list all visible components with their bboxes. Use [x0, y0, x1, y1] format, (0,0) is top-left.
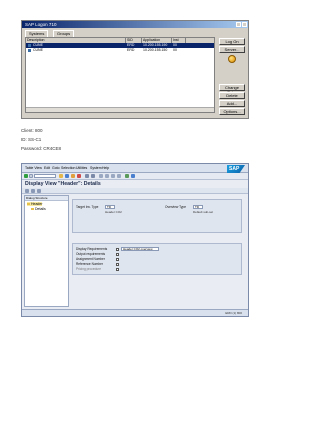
- label-output-requirements: Output requirements: [76, 252, 106, 256]
- add-button[interactable]: Add...: [219, 100, 245, 107]
- checkbox-display-requirements[interactable]: [116, 247, 119, 251]
- checkbox-reference-number[interactable]: [116, 262, 119, 266]
- label-pricing-procedure: Pricing procedure: [76, 267, 101, 271]
- options-button[interactable]: Options...: [219, 108, 245, 115]
- last-page-icon[interactable]: [117, 174, 121, 178]
- application-toolbar: [22, 188, 248, 194]
- system-list[interactable]: Description SID Application Server Inst …: [25, 37, 215, 113]
- next-page-icon[interactable]: [111, 174, 115, 178]
- help-icon[interactable]: [131, 174, 135, 178]
- menu-bar: Table View Edit Goto Selection Utilities…: [22, 164, 248, 173]
- label-reference-number: Reference Number: [76, 262, 103, 266]
- label-target-inv-type: Target Inv. Type: [76, 205, 99, 209]
- caption-password: Password: CR4CE8: [21, 146, 62, 151]
- first-page-icon[interactable]: [99, 174, 103, 178]
- sap-logo-icon: [228, 55, 236, 63]
- sap-logon-window: SAP Logon 710 Systems Groups Description…: [21, 20, 249, 119]
- label-assignment-number: Assignment Number: [76, 257, 105, 261]
- tree-header: Dialog Structure: [25, 196, 68, 201]
- maximize-icon[interactable]: [236, 22, 241, 27]
- label-overview-type: Overview Type: [165, 205, 187, 209]
- system-icon: [28, 49, 31, 52]
- close-icon[interactable]: [242, 22, 247, 27]
- desc-overview-type: Default sub-sel: [193, 210, 214, 214]
- field-display-requirements[interactable]: Header CO2 overview: [121, 247, 159, 251]
- enter-icon[interactable]: [24, 174, 28, 178]
- group-requirements: Display Requirements Header CO2 overview…: [72, 243, 242, 275]
- checkbox-assignment-number[interactable]: [116, 257, 119, 261]
- cancel-icon[interactable]: [77, 174, 81, 178]
- folder-icon: [31, 207, 34, 211]
- display-change-icon[interactable]: [25, 188, 29, 193]
- delete-button[interactable]: Delete: [219, 92, 245, 99]
- tree-node-details[interactable]: Details: [31, 207, 46, 211]
- horizontal-scrollbar[interactable]: [26, 107, 214, 112]
- dropdown-icon[interactable]: [29, 174, 33, 178]
- print-icon[interactable]: [85, 174, 89, 178]
- checkbox-output-requirements[interactable]: [116, 252, 119, 256]
- list-item[interactable]: CUNE ERD 10.200.155.150 00: [26, 48, 214, 53]
- prev-entry-icon[interactable]: [31, 188, 35, 193]
- field-target-inv-type[interactable]: TD: [105, 205, 115, 209]
- next-entry-icon[interactable]: [37, 188, 41, 193]
- checkbox-pricing-procedure[interactable]: [116, 267, 119, 271]
- menu-help[interactable]: Help: [102, 166, 109, 170]
- command-field[interactable]: [34, 174, 56, 178]
- screen-title: Display View "Header": Details: [25, 181, 101, 187]
- menu-selection[interactable]: Selection: [61, 166, 75, 170]
- tab-groups[interactable]: Groups: [53, 30, 75, 37]
- system-icon: [28, 44, 31, 47]
- back-icon[interactable]: [65, 174, 69, 178]
- screen-title-area: Display View "Header": Details: [22, 180, 248, 188]
- tab-systems[interactable]: Systems: [25, 30, 49, 37]
- menu-edit[interactable]: Edit: [44, 166, 50, 170]
- detail-area: Target Inv. Type TD Header CO2 Overview …: [72, 195, 246, 307]
- standard-toolbar: [22, 173, 248, 180]
- status-text: ERD (1) 800: [225, 311, 242, 315]
- dialog-structure-tree: Dialog Structure Header Details: [24, 195, 69, 307]
- server-button[interactable]: Server...: [219, 46, 245, 53]
- logon-titlebar: SAP Logon 710: [22, 21, 248, 28]
- prev-page-icon[interactable]: [105, 174, 109, 178]
- tree-node-header[interactable]: Header: [27, 202, 43, 206]
- session-icon[interactable]: [125, 174, 129, 178]
- logon-title: SAP Logon 710: [25, 22, 57, 27]
- logon-button[interactable]: Log On: [219, 38, 245, 45]
- save-icon[interactable]: [59, 174, 63, 178]
- menu-system[interactable]: System: [90, 166, 102, 170]
- exit-icon[interactable]: [71, 174, 75, 178]
- find-icon[interactable]: [91, 174, 95, 178]
- sap-gui-window: Table View Edit Goto Selection Utilities…: [21, 163, 249, 317]
- menu-goto[interactable]: Goto: [52, 166, 60, 170]
- label-display-requirements: Display Requirements: [76, 247, 108, 251]
- caption-client: Client: 800: [21, 128, 43, 133]
- menu-utilities[interactable]: Utilities: [76, 166, 87, 170]
- change-entry-button[interactable]: Change Entry: [219, 84, 245, 95]
- sap-logo: SAP: [227, 165, 245, 173]
- field-overview-type[interactable]: TD: [193, 205, 203, 209]
- group-header-data: Target Inv. Type TD Header CO2 Overview …: [72, 199, 242, 233]
- status-bar: ERD (1) 800: [22, 309, 248, 316]
- menu-table-view[interactable]: Table View: [25, 166, 42, 170]
- desc-target-inv-type: Header CO2: [105, 210, 122, 214]
- folder-icon: [27, 202, 30, 206]
- caption-id: ID: SS-C1: [21, 137, 42, 142]
